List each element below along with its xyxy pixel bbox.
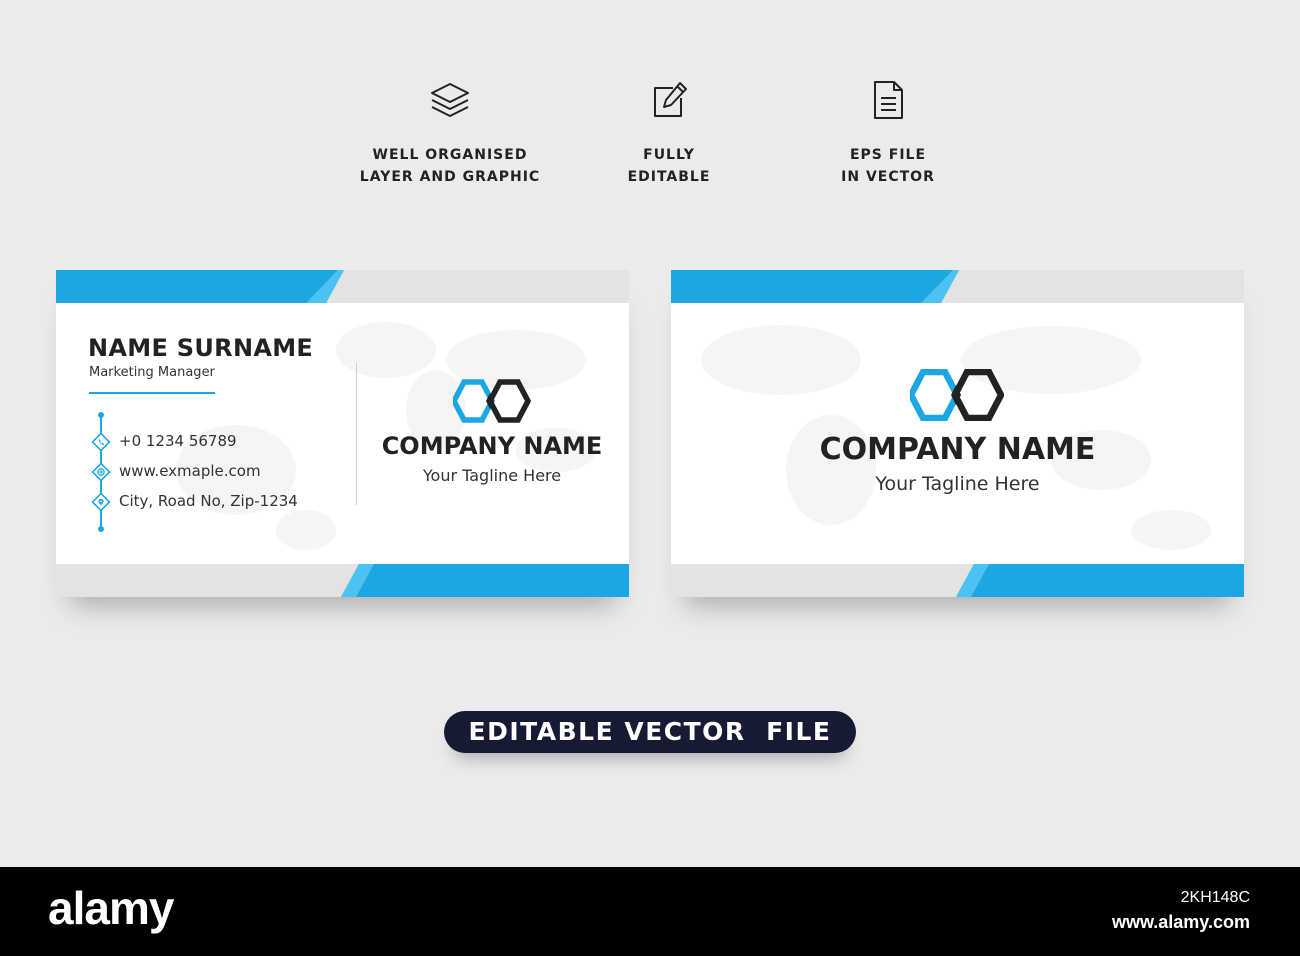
- card-holder-role: Marketing Manager: [89, 365, 215, 380]
- contact-address: City, Road No, Zip-1234: [119, 492, 298, 510]
- contact-website: www.exmaple.com: [119, 462, 261, 480]
- layers-icon: [431, 83, 469, 117]
- back-company-name: COMPANY NAME: [819, 432, 1096, 467]
- feature-layers: WELL ORGANISED LAYER AND GRAPHIC: [340, 78, 560, 188]
- editable-vector-banner: EDITABLE VECTOR FILE: [444, 711, 856, 753]
- card-divider: [356, 363, 357, 505]
- site-url: www.alamy.com: [1111, 912, 1250, 932]
- front-card: NAME SURNAME Marketing Manager +0 1234 5…: [56, 270, 629, 597]
- contact-connector-dot-bottom: [98, 526, 104, 532]
- feature-editable-line1: FULLY: [643, 147, 695, 163]
- card-holder-name: NAME SURNAME: [88, 334, 314, 362]
- brand-logo: alamy: [48, 882, 174, 934]
- location-pin-icon: [91, 492, 111, 512]
- stock-footer: alamy 2KH148C www.alamy.com: [0, 867, 1300, 956]
- feature-eps-line1: EPS FILE: [849, 147, 927, 163]
- feature-editable: FULLY EDITABLE: [559, 78, 779, 188]
- back-company-tagline: Your Tagline Here: [875, 473, 1040, 495]
- feature-eps-line2: IN VECTOR: [841, 169, 935, 185]
- front-company-tagline: Your Tagline Here: [422, 466, 562, 485]
- hexagon-logo-icon: [453, 379, 531, 423]
- front-company-name: COMPANY NAME: [381, 432, 603, 460]
- contact-connector-dot-top: [98, 412, 104, 418]
- feature-layers-line1: WELL ORGANISED: [372, 147, 528, 163]
- contact-phone: +0 1234 56789: [119, 432, 237, 450]
- name-underline: [89, 392, 215, 394]
- phone-icon: [91, 432, 111, 452]
- feature-eps: EPS FILE IN VECTOR: [778, 78, 998, 188]
- edit-icon: [654, 82, 687, 117]
- document-icon: [874, 81, 903, 119]
- back-card: COMPANY NAME Your Tagline Here: [671, 270, 1244, 597]
- globe-icon: [91, 462, 111, 482]
- image-code: 2KH148C: [1180, 889, 1250, 906]
- hexagon-logo-icon: [910, 369, 1004, 421]
- feature-editable-line2: EDITABLE: [627, 169, 711, 185]
- feature-layers-line2: LAYER AND GRAPHIC: [359, 169, 541, 185]
